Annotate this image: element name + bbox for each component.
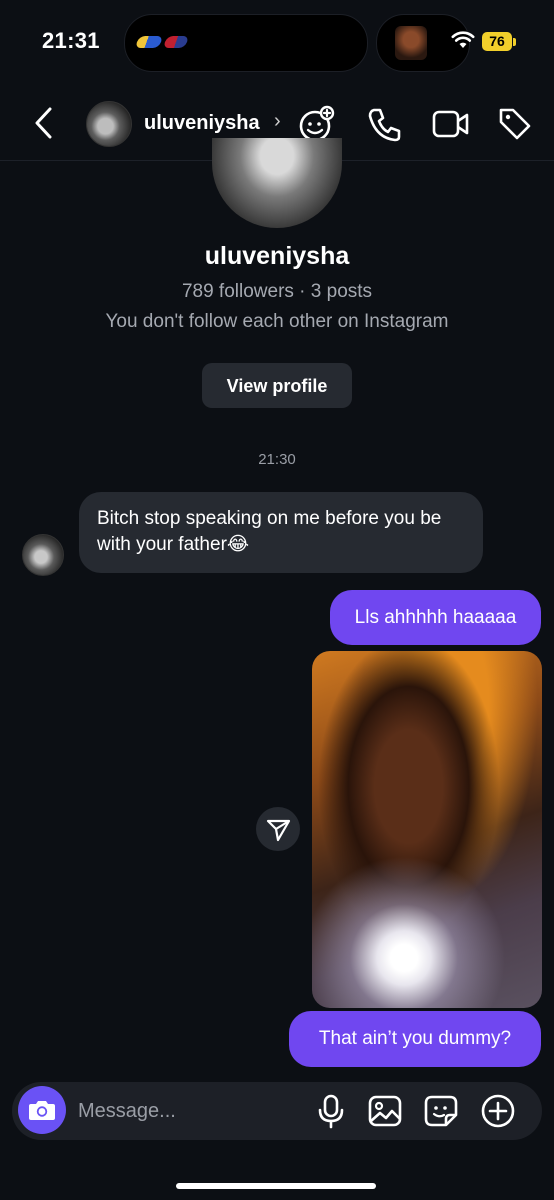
back-chevron-icon[interactable]	[32, 106, 56, 140]
header-username[interactable]: uluveniysha	[144, 112, 260, 135]
microphone-icon[interactable]	[316, 1093, 346, 1129]
message-timestamp: 21:30	[258, 451, 296, 468]
camera-icon	[29, 1101, 55, 1120]
team-logo-icon	[162, 36, 190, 48]
message-input[interactable]	[78, 1096, 298, 1126]
video-icon[interactable]	[432, 104, 470, 144]
avatar[interactable]	[86, 101, 132, 147]
camera-button[interactable]	[18, 1086, 66, 1134]
battery-indicator: 76	[482, 32, 512, 51]
team-logo-icon	[134, 36, 164, 48]
send-icon	[266, 819, 291, 842]
status-time: 21:31	[42, 28, 100, 53]
dynamic-island	[124, 14, 368, 72]
share-button[interactable]	[256, 807, 300, 851]
follow-status: You don't follow each other on Instagram	[105, 311, 449, 332]
profile-avatar[interactable]	[212, 138, 342, 228]
profile-name: uluveniysha	[204, 242, 350, 270]
plus-icon[interactable]	[480, 1093, 516, 1129]
incoming-message-bubble[interactable]: Bitch stop speaking on me before you be …	[79, 492, 483, 573]
battery-tip	[513, 38, 516, 46]
outgoing-message-bubble[interactable]: That ain’t you dummy?	[289, 1011, 541, 1067]
sender-avatar[interactable]	[22, 534, 64, 576]
photo-message[interactable]	[312, 651, 542, 1008]
view-profile-button[interactable]: View profile	[202, 363, 352, 408]
chevron-right-icon[interactable]: ›	[274, 110, 281, 133]
phone-icon[interactable]	[366, 104, 402, 144]
wifi-icon	[451, 31, 475, 48]
sticker-icon[interactable]	[424, 1093, 458, 1129]
tag-icon[interactable]	[497, 104, 533, 144]
image-icon[interactable]	[368, 1093, 402, 1129]
profile-stats: 789 followers · 3 posts	[181, 281, 373, 302]
media-thumbnail	[395, 26, 427, 60]
home-indicator[interactable]	[176, 1183, 376, 1189]
outgoing-message-bubble[interactable]: Lls ahhhhh haaaaa	[330, 590, 541, 645]
